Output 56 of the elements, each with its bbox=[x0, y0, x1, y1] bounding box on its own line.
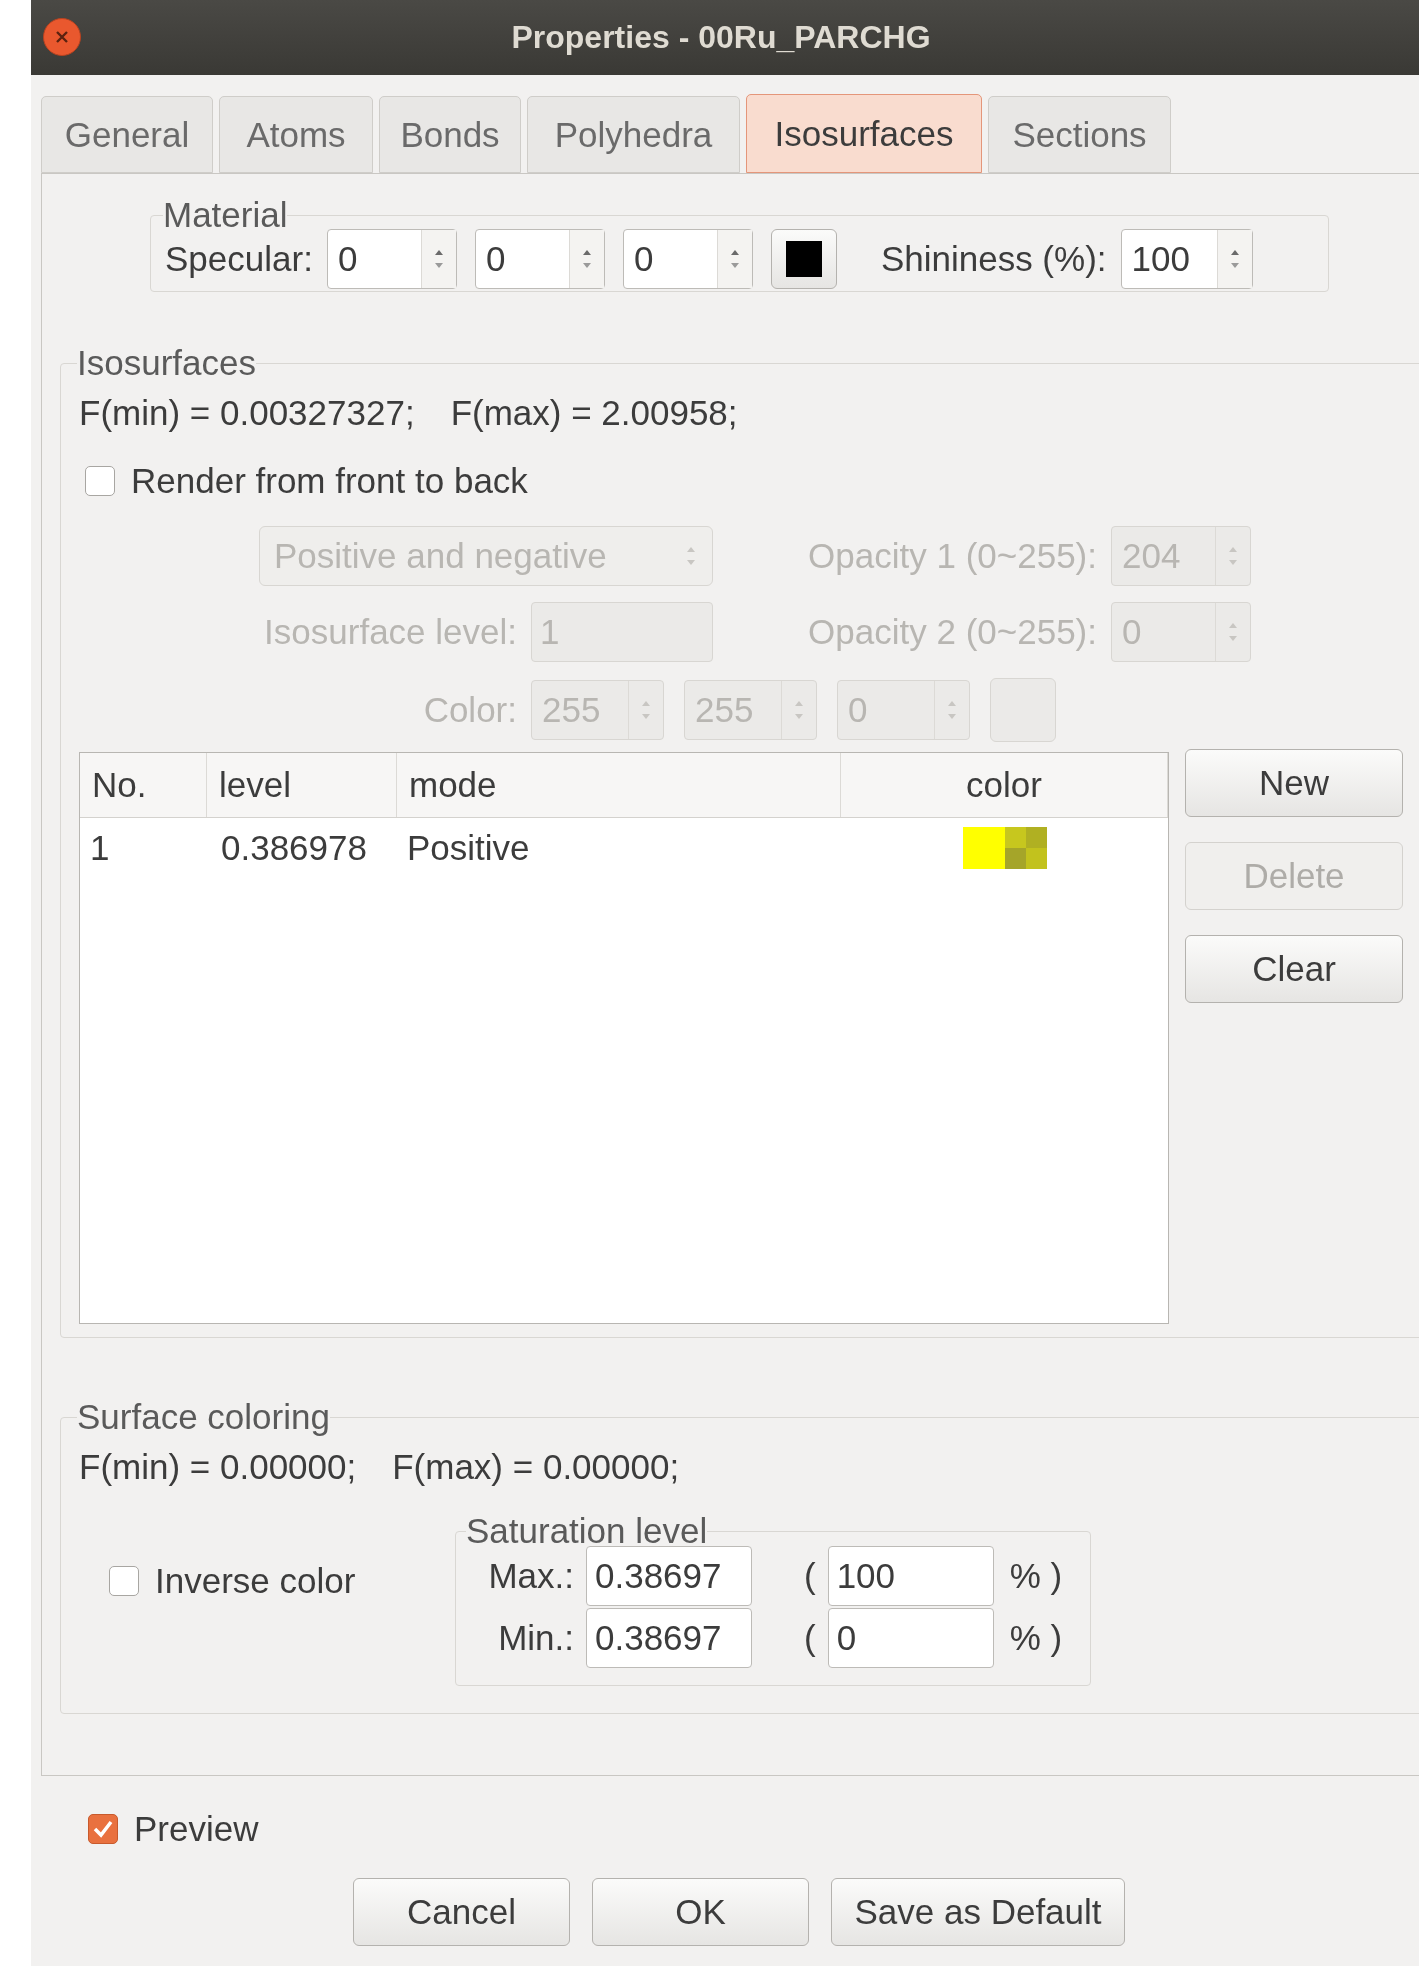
spin-field[interactable]: 100 bbox=[1120, 229, 1253, 289]
checkbox[interactable] bbox=[88, 1814, 118, 1844]
group-title: Isosurfaces bbox=[77, 342, 256, 384]
close-icon bbox=[55, 30, 69, 44]
text-field[interactable]: 0.38697 bbox=[586, 1608, 752, 1668]
table-cell-text: 1 bbox=[89, 827, 111, 869]
tab[interactable]: Sections bbox=[988, 96, 1171, 173]
function-min-text: F(min) = 0.00327327; bbox=[79, 392, 415, 434]
field-label: Shininess (%): bbox=[880, 238, 1107, 280]
percent-text: % ) bbox=[1009, 1555, 1063, 1597]
paren-text: ( bbox=[804, 1617, 816, 1659]
close-button[interactable] bbox=[43, 18, 81, 56]
table-cell-text: 0.386978 bbox=[220, 827, 368, 869]
tab[interactable]: Isosurfaces bbox=[746, 94, 982, 173]
column-header[interactable]: level bbox=[207, 753, 397, 817]
table-cell-text: Positive bbox=[406, 827, 531, 869]
text-field[interactable]: 0.38697 bbox=[586, 1546, 752, 1606]
push-button[interactable]: New bbox=[1185, 749, 1403, 817]
field-label: Min.: bbox=[497, 1617, 574, 1659]
checkbox[interactable] bbox=[85, 466, 115, 496]
tab[interactable]: Polyhedra bbox=[527, 96, 740, 173]
spin-field[interactable]: 0 bbox=[474, 229, 605, 289]
field-label: Opacity 2 (0~255): bbox=[807, 611, 1097, 653]
field-label: Specular: bbox=[165, 238, 313, 280]
checkbox-label: Preview bbox=[134, 1808, 259, 1850]
checkbox[interactable] bbox=[109, 1566, 139, 1596]
tab[interactable]: General bbox=[41, 96, 213, 173]
checkbox-label: Render from front to back bbox=[131, 460, 528, 502]
tab[interactable]: Bonds bbox=[379, 96, 521, 173]
field-label: Isosurface level: bbox=[263, 611, 517, 653]
field-label: Max.: bbox=[487, 1555, 574, 1597]
group-title: Material bbox=[163, 194, 288, 236]
checkmark-icon bbox=[92, 1818, 114, 1840]
spin-field[interactable]: 0 bbox=[326, 229, 457, 289]
spin-field[interactable]: 0 bbox=[622, 229, 753, 289]
function-max-text: F(max) = 0.00000; bbox=[392, 1446, 680, 1488]
color-button[interactable] bbox=[770, 229, 837, 289]
push-button[interactable]: Cancel bbox=[353, 1878, 570, 1946]
function-max-text: F(max) = 2.00958; bbox=[450, 392, 738, 434]
push-button[interactable]: Clear bbox=[1185, 935, 1403, 1003]
checkbox-label: Inverse color bbox=[155, 1560, 356, 1602]
paren-text: ( bbox=[804, 1555, 816, 1597]
text-field[interactable]: 0 bbox=[827, 1608, 994, 1668]
window-title: Properties - 00Ru_PARCHG bbox=[511, 18, 931, 57]
field-label: Opacity 1 (0~255): bbox=[807, 535, 1097, 577]
tab[interactable]: Atoms bbox=[219, 96, 373, 173]
column-header[interactable]: mode bbox=[397, 753, 841, 817]
function-min-text: F(min) = 0.00000; bbox=[79, 1446, 357, 1488]
percent-text: % ) bbox=[1009, 1617, 1063, 1659]
group-title: Surface coloring bbox=[77, 1396, 330, 1438]
column-header[interactable]: No. bbox=[80, 753, 207, 817]
push-button[interactable]: OK bbox=[592, 1878, 809, 1946]
field-label: Color: bbox=[422, 689, 517, 731]
push-button[interactable]: Save as Default bbox=[831, 1878, 1125, 1946]
column-header[interactable]: color bbox=[841, 753, 1168, 817]
text-field[interactable]: 100 bbox=[827, 1546, 994, 1606]
